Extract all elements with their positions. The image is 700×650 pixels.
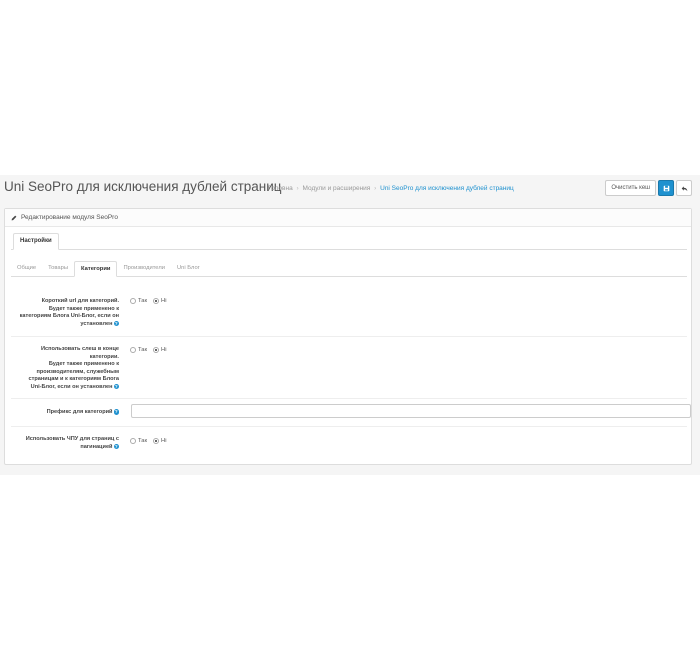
tab-categories[interactable]: Категории xyxy=(74,261,118,277)
form-row-category-prefix: Префикс для категорий? xyxy=(11,399,691,427)
clear-cache-button[interactable]: Очистить кеш xyxy=(605,180,656,196)
header-buttons: Очистить кеш xyxy=(605,180,692,196)
tab-settings[interactable]: Настройки xyxy=(13,233,59,250)
save-button[interactable] xyxy=(658,180,674,196)
panel-heading: Редактирование модуля SeoPro xyxy=(5,209,691,227)
page-title: Uni SeoPro для исключения дублей страниц xyxy=(4,179,282,194)
category-prefix-label: Префикс для категорий? xyxy=(46,409,119,416)
short-url-radios: Так Ні xyxy=(130,298,167,304)
trailing-slash-yes-radio[interactable]: Так xyxy=(130,347,147,353)
outer-tabs: Настройки xyxy=(11,233,687,250)
help-icon[interactable]: ? xyxy=(113,409,119,415)
breadcrumb-current[interactable]: Uni SeoPro для исключения дублей страниц xyxy=(380,185,514,192)
category-prefix-input[interactable] xyxy=(131,404,691,418)
inner-tabs: Общие Товары Категории Производители Uni… xyxy=(11,261,687,277)
reply-icon xyxy=(681,185,687,191)
tab-general[interactable]: Общие xyxy=(11,261,42,277)
trailing-slash-radios: Так Ні xyxy=(130,347,167,353)
form-row-pagination-seo: Использовать ЧПУ для страниц с пагинацие… xyxy=(11,427,687,463)
pagination-seo-no-radio[interactable]: Ні xyxy=(153,438,167,444)
breadcrumb-home[interactable]: Головна xyxy=(268,185,293,192)
breadcrumb-separator: › xyxy=(296,185,299,192)
trailing-slash-label: Использовать слеш в конце категории. Буд… xyxy=(28,346,119,391)
pagination-seo-yes-radio[interactable]: Так xyxy=(130,438,147,444)
pagination-seo-label: Использовать ЧПУ для страниц с пагинацие… xyxy=(25,436,119,450)
help-icon[interactable]: ? xyxy=(113,383,119,390)
tab-uni-blog[interactable]: Uni Блог xyxy=(171,261,206,277)
short-url-label: Короткий url для категорий. Будет также … xyxy=(19,298,119,328)
tab-manufacturers[interactable]: Производители xyxy=(117,261,170,277)
short-url-yes-radio[interactable]: Так xyxy=(130,298,147,304)
pencil-icon xyxy=(11,215,17,220)
help-icon[interactable]: ? xyxy=(113,320,119,327)
breadcrumb-separator: › xyxy=(374,185,377,192)
help-icon[interactable]: ? xyxy=(113,443,119,450)
form-row-short-url: Короткий url для категорий. Будет также … xyxy=(11,289,687,337)
breadcrumb-modules[interactable]: Модули и расширения xyxy=(303,185,371,192)
short-url-no-radio[interactable]: Ні xyxy=(153,298,167,304)
tab-products[interactable]: Товары xyxy=(42,261,74,277)
trailing-slash-no-radio[interactable]: Ні xyxy=(153,347,167,353)
back-button[interactable] xyxy=(676,180,692,196)
page-header: Uni SeoPro для исключения дублей страниц… xyxy=(4,175,696,205)
panel-title: Редактирование модуля SeoPro xyxy=(21,214,118,221)
breadcrumb: Головна › Модули и расширения › Uni SeoP… xyxy=(268,185,514,192)
save-icon xyxy=(663,185,669,191)
module-panel: Редактирование модуля SeoPro Настройки О… xyxy=(4,208,692,465)
form-row-trailing-slash: Использовать слеш в конце категории. Буд… xyxy=(11,337,687,399)
pagination-seo-radios: Так Ні xyxy=(130,438,167,444)
